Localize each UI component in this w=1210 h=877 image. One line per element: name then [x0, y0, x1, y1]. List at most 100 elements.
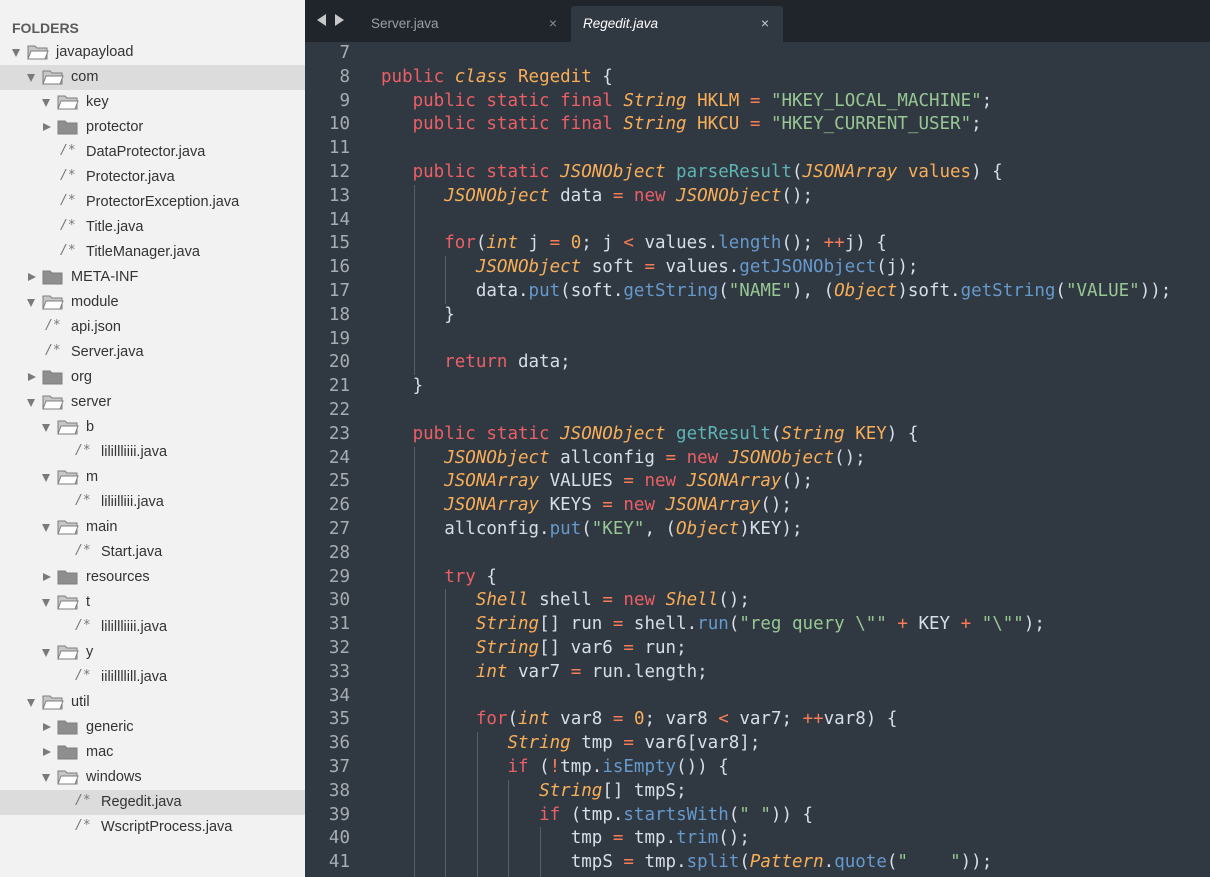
tree-folder[interactable]: main [0, 515, 305, 540]
line-number: 33 [328, 661, 350, 682]
line-number: 11 [328, 138, 350, 159]
triangle-down-icon[interactable] [42, 524, 50, 532]
code-text: JSONArray VALUES = new JSONArray(); [444, 471, 814, 492]
file-comment-icon: /* [75, 668, 91, 683]
tree-file[interactable]: /* Server.java [0, 340, 305, 365]
tree-folder[interactable]: META-INF [0, 265, 305, 290]
triangle-down-icon[interactable] [42, 424, 50, 432]
triangle-down-icon[interactable] [27, 74, 35, 82]
indent-guide [445, 732, 447, 756]
tree-folder[interactable]: com [0, 65, 305, 90]
arrow-right-icon[interactable] [335, 14, 344, 26]
tree-folder[interactable]: mac [0, 740, 305, 765]
line-number: 35 [328, 709, 350, 730]
indent-guide [413, 827, 415, 852]
file-comment-icon: /* [45, 318, 61, 333]
indent-guide [445, 660, 447, 685]
tree-file[interactable]: /* liliilliii.java [0, 490, 305, 515]
tab-navigation [317, 14, 349, 28]
tree-file[interactable]: /* ProtectorException.java [0, 190, 305, 215]
tree-folder[interactable]: resources [0, 565, 305, 590]
triangle-right-icon[interactable] [43, 723, 51, 731]
triangle-right-icon[interactable] [28, 373, 36, 381]
tree-folder[interactable]: y [0, 640, 305, 665]
tree-file[interactable]: /* Start.java [0, 540, 305, 565]
triangle-down-icon[interactable] [27, 699, 35, 707]
tab-server-java[interactable]: Server.java × [359, 6, 571, 42]
triangle-down-icon[interactable] [12, 49, 20, 57]
line-number: 17 [328, 281, 350, 301]
line-number: 12 [328, 162, 350, 182]
code-text: public static JSONObject getResult(Strin… [412, 423, 919, 444]
file-comment-icon: /* [75, 618, 91, 633]
tree-folder[interactable]: windows [0, 765, 305, 790]
tree-file[interactable]: /* WscriptProcess.java [0, 815, 305, 840]
triangle-down-icon[interactable] [42, 99, 50, 107]
tree-file[interactable]: /* TitleManager.java [0, 240, 305, 265]
tree-label: TitleManager.java [86, 244, 200, 260]
tree-folder[interactable]: org [0, 365, 305, 390]
tree-folder[interactable]: key [0, 90, 305, 115]
tree-file[interactable]: /* Protector.java [0, 165, 305, 190]
code-line: 22 [305, 399, 1210, 423]
folder-icon [57, 594, 79, 611]
indent-guide [413, 565, 415, 590]
tree-label: b [86, 419, 95, 435]
tree-folder[interactable]: javapayload [0, 40, 305, 65]
code-line: 29 try { [305, 565, 1210, 590]
indent-guide [413, 660, 415, 685]
indent-guide [413, 184, 415, 209]
tree-folder[interactable]: b [0, 415, 305, 440]
triangle-down-icon[interactable] [42, 474, 50, 482]
triangle-down-icon[interactable] [27, 399, 35, 407]
file-comment-icon: /* [60, 243, 76, 258]
tree-file[interactable]: /* iilillllill.java [0, 665, 305, 690]
arrow-left-icon[interactable] [317, 14, 326, 26]
close-icon[interactable]: × [549, 14, 557, 32]
close-icon[interactable]: × [761, 14, 769, 32]
triangle-right-icon[interactable] [43, 123, 51, 131]
triangle-down-icon[interactable] [42, 599, 50, 607]
line-number: 20 [328, 352, 350, 373]
triangle-down-icon[interactable] [27, 299, 35, 307]
indent-guide [413, 494, 415, 518]
code-text: String[] tmpS; [539, 780, 687, 801]
tree-file[interactable]: /* Regedit.java [0, 790, 305, 815]
triangle-right-icon[interactable] [43, 748, 51, 756]
tree-label: META-INF [71, 269, 139, 285]
code-line: 30 Shell shell = new Shell(); [305, 589, 1210, 614]
tree-folder[interactable]: t [0, 590, 305, 615]
tree-folder[interactable]: m [0, 465, 305, 490]
code-editor[interactable]: 7 8 public class Regedit {9 public static f… [305, 42, 1210, 877]
triangle-down-icon[interactable] [42, 774, 50, 782]
tree-folder[interactable]: generic [0, 715, 305, 740]
tree-file[interactable]: /* Title.java [0, 215, 305, 240]
tree-file[interactable]: /* lilillliiii.java [0, 615, 305, 640]
tree-label: lilillliiii.java [101, 444, 168, 460]
triangle-right-icon[interactable] [28, 273, 36, 281]
tree-file[interactable]: /* lilillliiii.java [0, 440, 305, 465]
folder-icon [42, 269, 64, 286]
code-text: data.put(soft.getString("NAME"), (Object… [475, 281, 1172, 301]
tree-folder[interactable]: util [0, 690, 305, 715]
tree-label: ProtectorException.java [86, 194, 240, 210]
tree-folder[interactable]: protector [0, 115, 305, 140]
tree-label: javapayload [56, 44, 134, 60]
tree-file[interactable]: /* DataProtector.java [0, 140, 305, 165]
indent-guide [413, 208, 415, 233]
triangle-right-icon[interactable] [43, 573, 51, 581]
indent-guide [508, 779, 510, 804]
indent-guide [413, 756, 415, 780]
code-line: 28 [305, 541, 1210, 566]
indent-guide [476, 827, 478, 852]
tree-folder[interactable]: server [0, 390, 305, 415]
tree-file[interactable]: /* api.json [0, 315, 305, 340]
file-comment-icon: /* [75, 543, 91, 558]
triangle-down-icon[interactable] [42, 649, 50, 657]
tree-folder[interactable]: module [0, 290, 305, 315]
tree-label: server [71, 394, 112, 410]
code-text: Shell shell = new Shell(); [475, 590, 750, 611]
line-number: 34 [328, 685, 350, 706]
code-text: String tmp = var6[var8]; [507, 733, 761, 754]
tab-regedit-java[interactable]: Regedit.java × [571, 6, 783, 42]
